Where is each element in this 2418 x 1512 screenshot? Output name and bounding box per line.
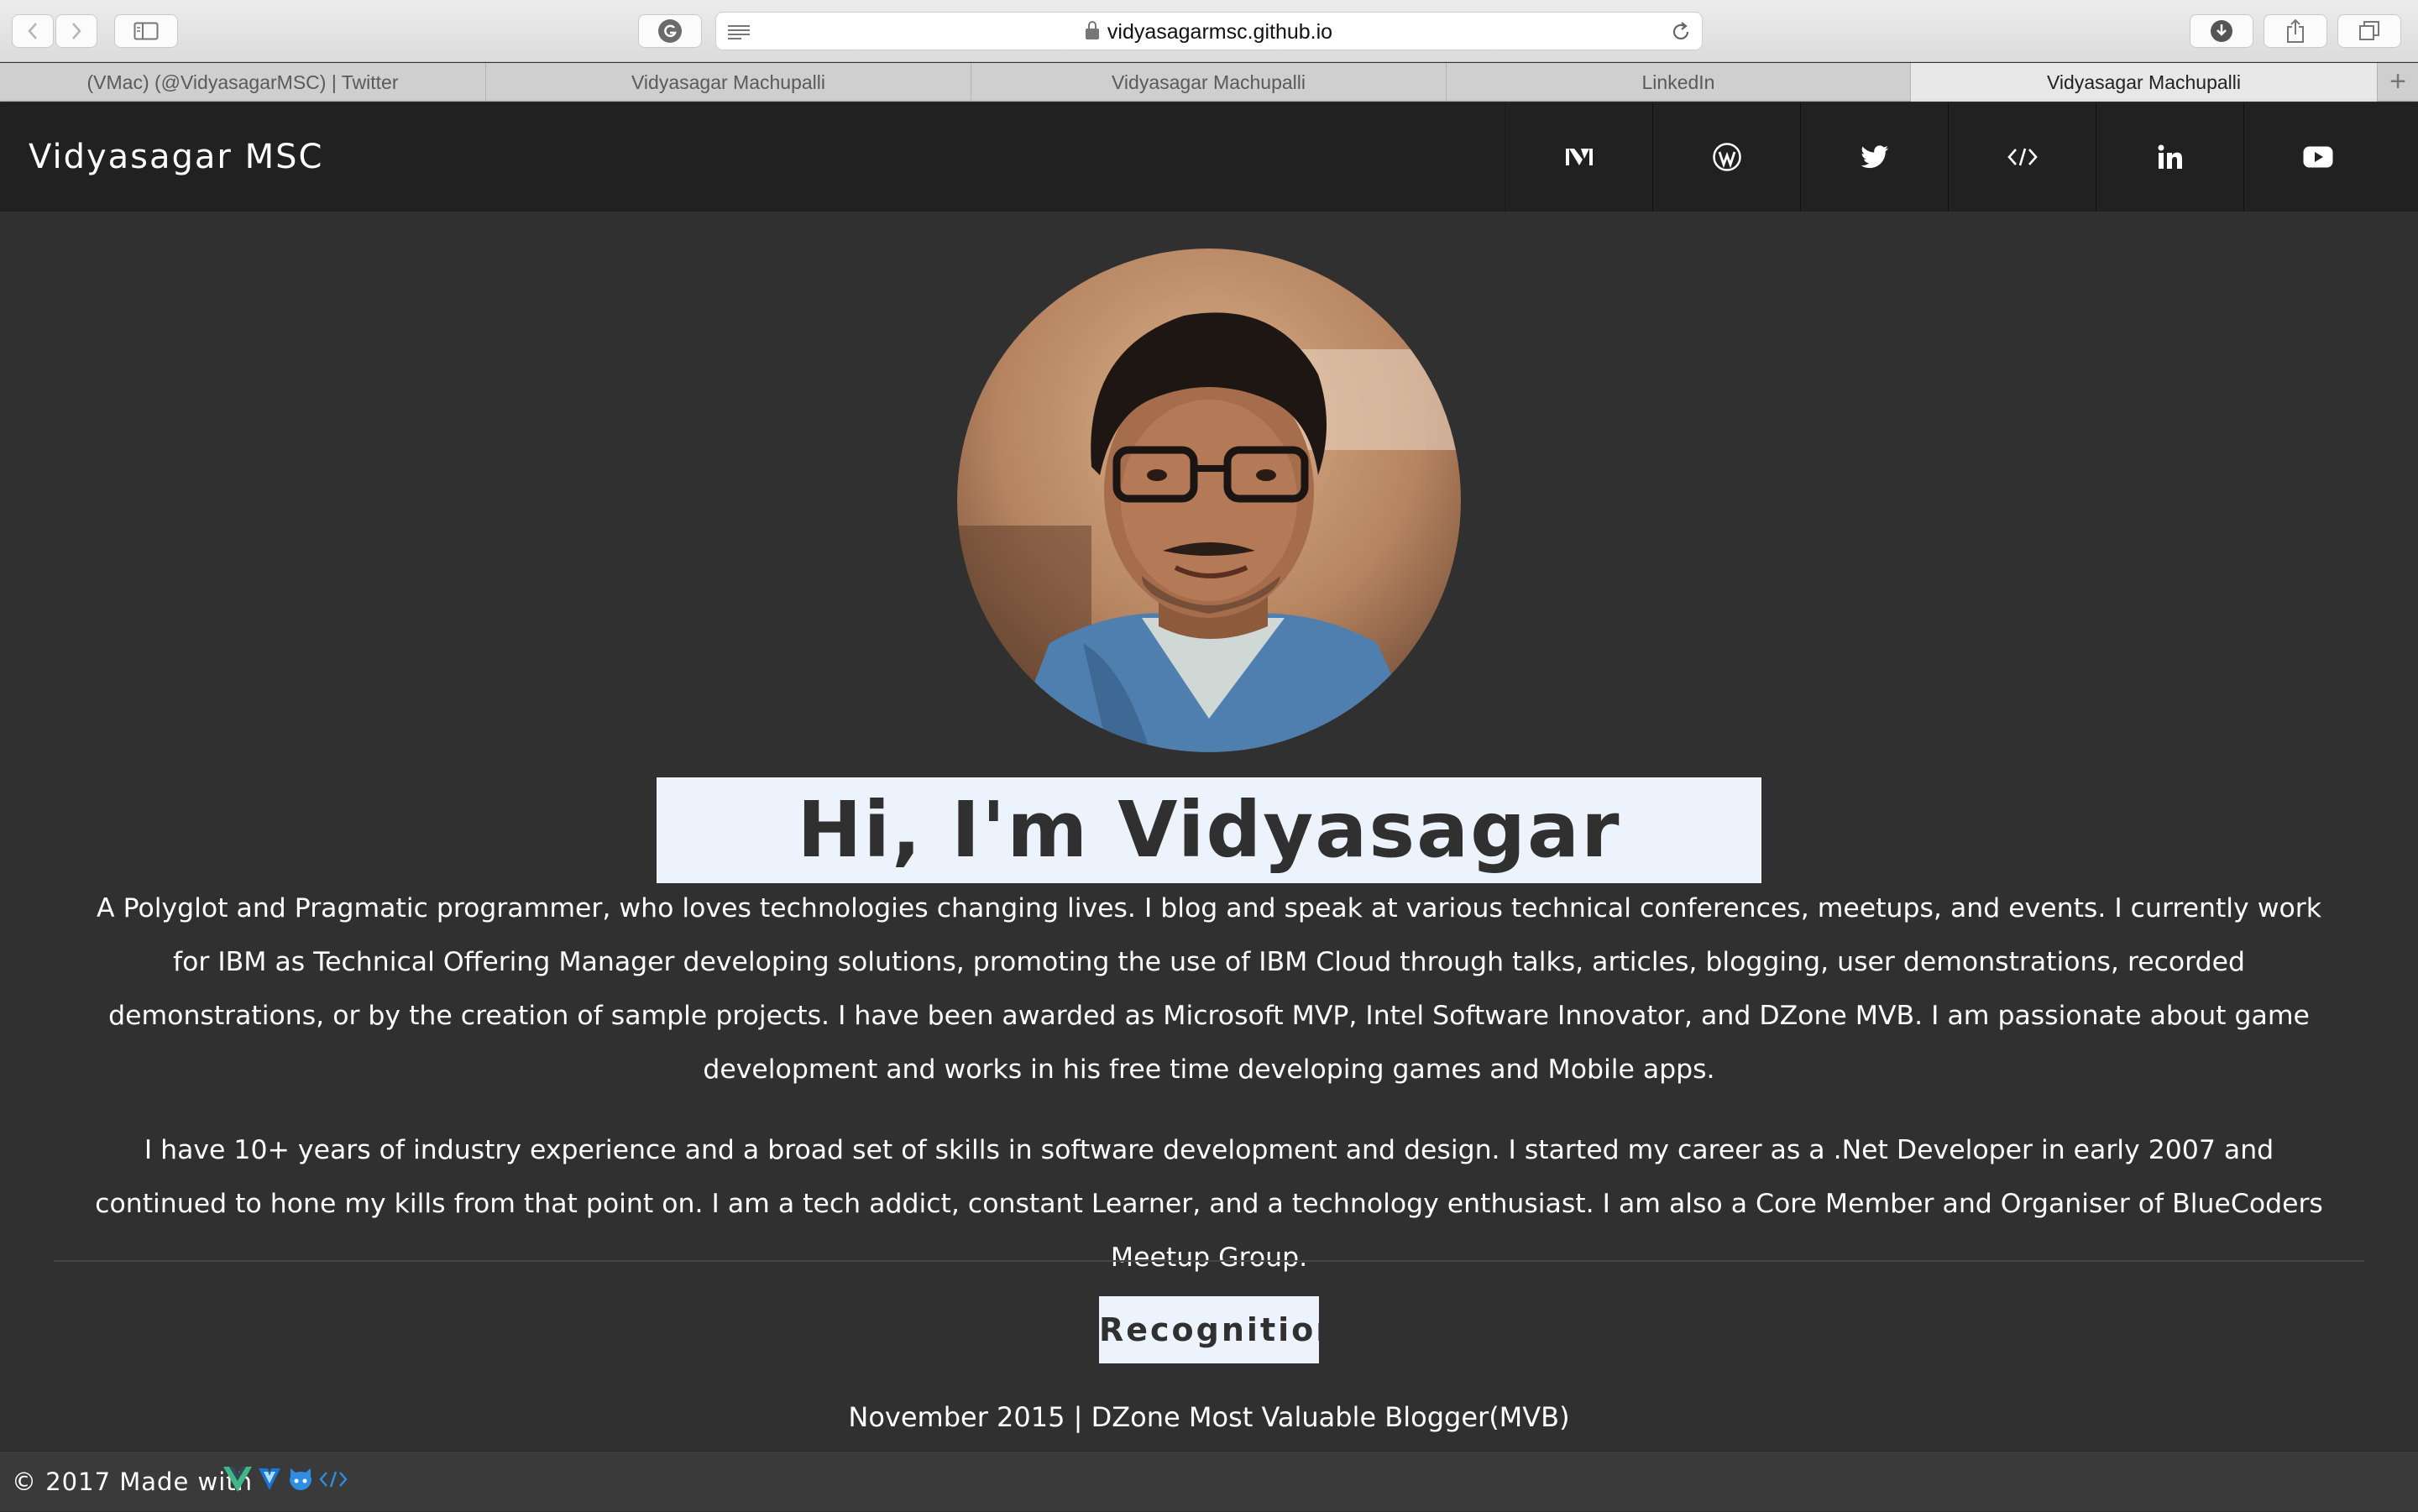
linkedin-icon (2158, 144, 2182, 169)
tab-bar: (VMac) (@VidyasagarMSC) | Twitter Vidyas… (0, 63, 2418, 102)
tab-linkedin[interactable]: LinkedIn (1447, 63, 1911, 102)
sidebar-icon (133, 22, 159, 40)
browser-toolbar: vidyasagarmsc.github.io (0, 0, 2418, 62)
tab-vidyasagar-active[interactable]: Vidyasagar Machupalli (1911, 63, 2378, 102)
site-navbar: Vidyasagar MSC (0, 102, 2418, 212)
reload-icon[interactable] (1670, 21, 1692, 43)
tab-twitter[interactable]: (VMac) (@VidyasagarMSC) | Twitter (0, 63, 486, 102)
back-icon (28, 23, 37, 39)
downloads-button[interactable] (2190, 14, 2253, 48)
url-display[interactable]: vidyasagarmsc.github.io (716, 13, 1702, 51)
tab-vidyasagar-1[interactable]: Vidyasagar Machupalli (486, 63, 971, 102)
share-button[interactable] (2264, 14, 2327, 48)
vue-icon[interactable] (223, 1467, 252, 1492)
url-text: vidyasagarmsc.github.io (1107, 20, 1333, 44)
tab-label: Vidyasagar Machupalli (631, 71, 825, 93)
site-brand[interactable]: Vidyasagar MSC (29, 102, 323, 212)
nav-link-medium[interactable] (1505, 102, 1652, 212)
github-icon[interactable] (287, 1467, 314, 1492)
forward-icon (72, 23, 81, 39)
profile-avatar (957, 249, 1461, 752)
lock-icon (1085, 21, 1099, 39)
recognitions-title: Recognitions (1099, 1296, 1360, 1363)
site-footer: © 2017 Made with (0, 1451, 2418, 1511)
recognition-item: November 2015 | DZone Most Valuable Blog… (848, 1401, 1570, 1433)
url-bar[interactable]: vidyasagarmsc.github.io (715, 12, 1703, 50)
downloads-icon (2211, 20, 2232, 42)
share-icon (2287, 18, 2304, 43)
medium-icon (1565, 149, 1593, 165)
tab-label: Vidyasagar Machupalli (2047, 71, 2241, 93)
grammarly-icon (658, 19, 682, 43)
tab-label: LinkedIn (1641, 71, 1715, 93)
vuetify-icon[interactable] (257, 1467, 282, 1492)
forward-button[interactable] (55, 14, 97, 48)
wordpress-icon (1712, 143, 1741, 171)
nav-link-code[interactable] (1948, 102, 2096, 212)
footer-text: © 2017 Made with (12, 1468, 254, 1496)
tab-label: Vidyasagar Machupalli (1112, 71, 1306, 93)
back-button[interactable] (12, 14, 54, 48)
youtube-icon (2303, 146, 2332, 168)
tabs-overview-button[interactable] (2337, 14, 2401, 48)
nav-link-wordpress[interactable] (1652, 102, 1800, 212)
intro-paragraph: A Polyglot and Pragmatic programmer, who… (97, 893, 2321, 1085)
sidebar-button[interactable] (114, 14, 178, 48)
footer-icons (223, 1467, 348, 1492)
twitter-icon (1860, 145, 1888, 169)
section-divider (54, 1260, 2364, 1262)
code-icon[interactable] (319, 1469, 348, 1489)
code-icon (2007, 148, 2038, 166)
tab-label: (VMac) (@VidyasagarMSC) | Twitter (86, 71, 399, 93)
main-content: Hi, I'm Vidyasagar Machupalli A Polyglot… (0, 212, 2418, 1451)
grammarly-button[interactable] (638, 14, 702, 48)
tab-vidyasagar-2[interactable]: Vidyasagar Machupalli (971, 63, 1447, 102)
tabs-overview-icon (2359, 21, 2379, 40)
nav-link-linkedin[interactable] (2096, 102, 2243, 212)
social-links (1505, 102, 2391, 212)
nav-link-youtube[interactable] (2243, 102, 2391, 212)
nav-link-twitter[interactable] (1800, 102, 1948, 212)
hero-title: Hi, I'm Vidyasagar Machupalli (657, 777, 1761, 981)
new-tab-icon[interactable]: + (2378, 63, 2418, 102)
